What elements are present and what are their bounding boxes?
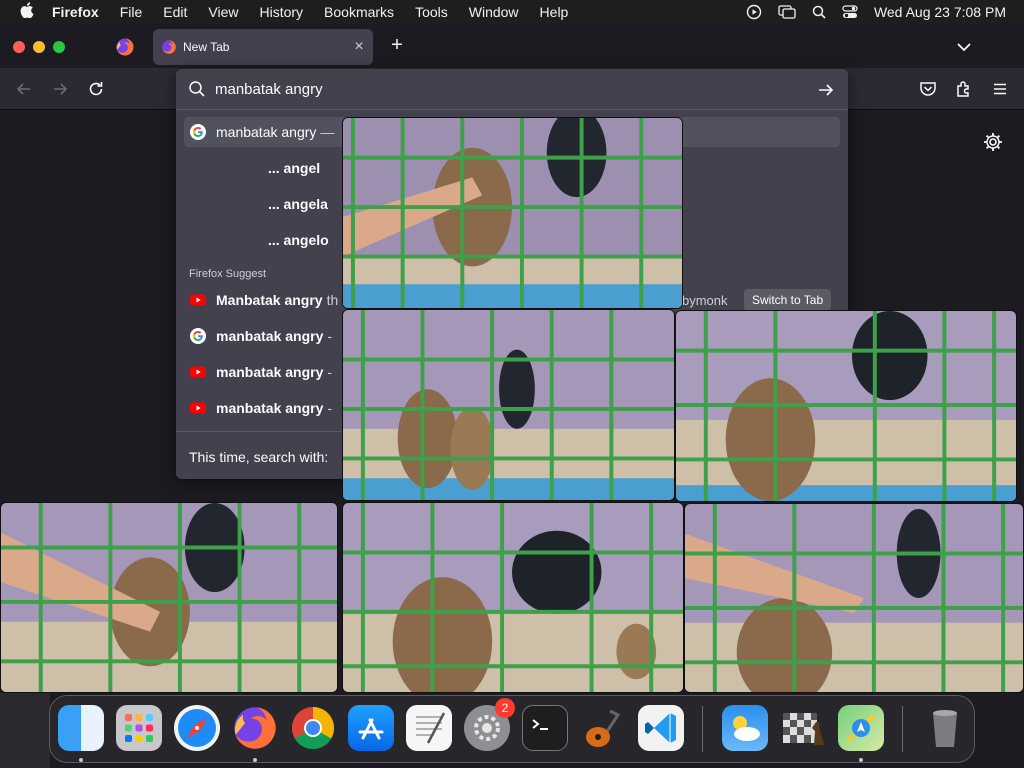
apple-menu-icon[interactable] bbox=[18, 1, 36, 23]
tab-close-icon[interactable]: × bbox=[345, 38, 373, 56]
result-url: bymonk bbox=[682, 293, 728, 308]
play-circle-icon[interactable] bbox=[746, 4, 762, 20]
gear-icon[interactable] bbox=[982, 131, 1004, 153]
forward-arrow-icon[interactable] bbox=[50, 79, 70, 99]
tab-title: New Tab bbox=[183, 40, 230, 54]
running-indicator bbox=[859, 758, 863, 762]
menu-bookmarks[interactable]: Bookmarks bbox=[324, 4, 394, 20]
go-arrow-icon[interactable] bbox=[816, 80, 836, 100]
video-frame-thumbnail bbox=[675, 310, 1017, 502]
pocket-icon[interactable] bbox=[918, 79, 938, 99]
google-icon bbox=[190, 328, 206, 344]
textedit-icon[interactable] bbox=[406, 705, 452, 751]
menubar-clock[interactable]: Wed Aug 23 7:08 PM bbox=[874, 4, 1006, 20]
video-frame-thumbnail bbox=[342, 502, 684, 693]
launchpad-icon[interactable] bbox=[116, 705, 162, 751]
google-icon bbox=[190, 124, 206, 140]
urlbar-input[interactable]: manbatak angry bbox=[215, 81, 323, 98]
menu-help[interactable]: Help bbox=[540, 4, 569, 20]
dock-separator bbox=[902, 706, 903, 752]
result-title: manbatak angry bbox=[216, 364, 324, 380]
tab-strip: New Tab × + bbox=[0, 24, 1024, 68]
terminal-icon[interactable] bbox=[522, 705, 568, 751]
tab-new-tab[interactable]: New Tab × bbox=[153, 29, 373, 65]
weather-icon[interactable] bbox=[722, 705, 768, 751]
dock-separator bbox=[702, 706, 703, 752]
suggestion-suffix: — bbox=[320, 124, 335, 140]
window-minimize-button[interactable] bbox=[33, 41, 45, 53]
chrome-icon[interactable] bbox=[290, 705, 336, 751]
extensions-puzzle-icon[interactable] bbox=[954, 79, 974, 99]
garageband-icon[interactable] bbox=[580, 705, 626, 751]
back-arrow-icon[interactable] bbox=[14, 79, 34, 99]
youtube-icon bbox=[190, 292, 206, 308]
control-center-icon[interactable] bbox=[842, 5, 858, 19]
safari-icon[interactable] bbox=[174, 705, 220, 751]
result-title: Manbatak angry bbox=[216, 292, 323, 308]
result-suffix: - bbox=[327, 328, 333, 344]
chevron-down-icon[interactable] bbox=[954, 37, 974, 57]
suggestion-text: ... angelo bbox=[268, 232, 329, 248]
chess-icon[interactable] bbox=[780, 705, 826, 751]
result-suffix: th bbox=[326, 292, 339, 308]
new-tab-button[interactable]: + bbox=[386, 35, 408, 57]
menu-file[interactable]: File bbox=[120, 4, 143, 20]
urlbar-input-row[interactable]: manbatak angry bbox=[176, 69, 848, 110]
result-suffix: - bbox=[327, 400, 333, 416]
suggestion-text: manbatak angry bbox=[216, 124, 317, 140]
maps-icon[interactable] bbox=[838, 705, 884, 751]
trash-icon[interactable] bbox=[922, 705, 968, 751]
firefox-pinned-tab-icon[interactable] bbox=[115, 37, 135, 57]
video-frame-thumbnail bbox=[684, 503, 1024, 693]
menu-window[interactable]: Window bbox=[469, 4, 519, 20]
menu-app-name[interactable]: Firefox bbox=[52, 4, 99, 20]
running-indicator bbox=[79, 758, 83, 762]
firefox-suggest-label: Firefox Suggest bbox=[189, 268, 267, 280]
desktop-background bbox=[0, 693, 50, 768]
menu-edit[interactable]: Edit bbox=[163, 4, 187, 20]
menu-view[interactable]: View bbox=[208, 4, 238, 20]
menu-tools[interactable]: Tools bbox=[415, 4, 448, 20]
result-title: manbatak angry bbox=[216, 400, 324, 416]
video-frame-thumbnail bbox=[0, 502, 338, 693]
app-store-icon[interactable] bbox=[348, 705, 394, 751]
running-indicator bbox=[253, 758, 257, 762]
result-suffix: - bbox=[327, 364, 333, 380]
youtube-icon bbox=[190, 400, 206, 416]
menu-history[interactable]: History bbox=[259, 4, 303, 20]
window-zoom-button[interactable] bbox=[53, 41, 65, 53]
vscode-icon[interactable] bbox=[638, 705, 684, 751]
spotlight-search-icon[interactable] bbox=[812, 5, 826, 19]
youtube-icon bbox=[190, 364, 206, 380]
video-frame-thumbnail bbox=[342, 117, 683, 309]
window-close-button[interactable] bbox=[13, 41, 25, 53]
hamburger-menu-icon[interactable] bbox=[990, 79, 1010, 99]
reload-icon[interactable] bbox=[86, 79, 106, 99]
video-frame-thumbnail bbox=[342, 309, 675, 501]
macos-menu-bar: Firefox File Edit View History Bookmarks… bbox=[0, 0, 1024, 24]
screen-mirroring-icon[interactable] bbox=[778, 5, 796, 19]
switch-to-tab-button[interactable]: Switch to Tab bbox=[744, 289, 832, 311]
search-icon bbox=[188, 80, 206, 98]
suggestion-text: ... angela bbox=[268, 196, 328, 212]
result-title: manbatak angry bbox=[216, 328, 324, 344]
suggestion-text: ... angel bbox=[268, 160, 321, 176]
notification-badge: 2 bbox=[495, 698, 515, 718]
one-off-search-label: This time, search with: bbox=[189, 449, 329, 465]
firefox-tab-icon bbox=[161, 39, 177, 55]
firefox-icon[interactable] bbox=[232, 705, 278, 751]
finder-icon[interactable] bbox=[58, 705, 104, 751]
